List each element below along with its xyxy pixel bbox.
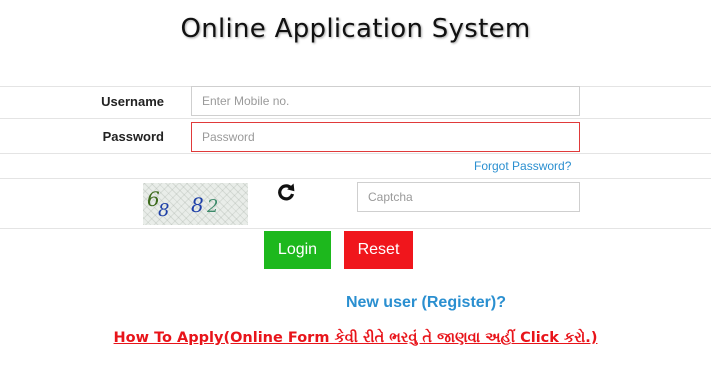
- captcha-image: 6 8 8 2: [143, 183, 248, 225]
- password-input[interactable]: [191, 122, 580, 152]
- login-button[interactable]: Login: [264, 231, 331, 269]
- refresh-icon[interactable]: [276, 182, 296, 202]
- divider: [0, 118, 711, 119]
- username-label: Username: [101, 94, 164, 109]
- username-input[interactable]: [191, 86, 580, 116]
- divider: [0, 228, 711, 229]
- password-label: Password: [102, 129, 164, 144]
- register-link[interactable]: New user (Register)?: [0, 294, 506, 312]
- divider: [0, 153, 711, 154]
- forgot-password-link[interactable]: Forgot Password?: [474, 159, 571, 173]
- reset-button[interactable]: Reset: [344, 231, 413, 269]
- page-title: Online Application System: [180, 14, 531, 44]
- how-to-apply-link[interactable]: How To Apply(Online Form કેવી રીતે ભરવું…: [0, 330, 711, 346]
- captcha-input[interactable]: [357, 182, 580, 212]
- divider: [0, 178, 711, 179]
